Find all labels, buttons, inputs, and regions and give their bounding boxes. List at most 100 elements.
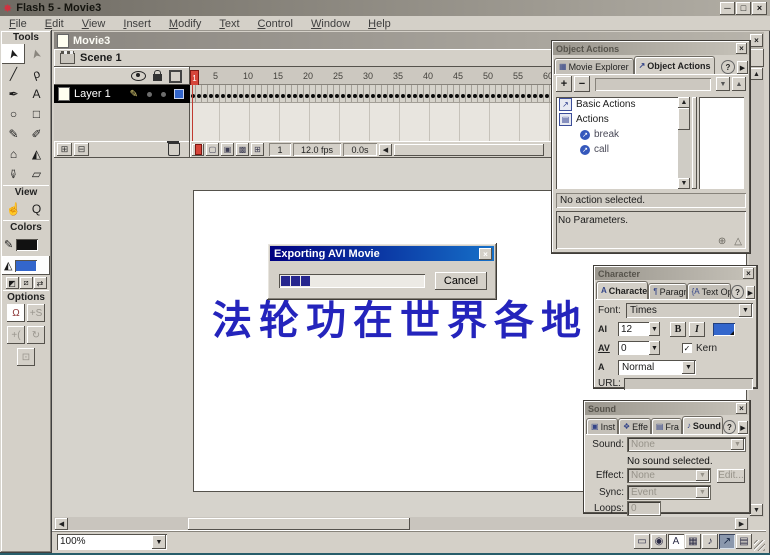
document-close-button[interactable]: × <box>750 34 763 47</box>
export-dialog-title-bar[interactable]: Exporting AVI Movie × <box>270 246 494 261</box>
eraser-tool[interactable]: ▱ <box>25 164 48 184</box>
info-launcher[interactable]: ▭ <box>634 534 650 549</box>
tracking-field[interactable]: 0 <box>618 341 649 355</box>
onion-skin-outlines-button[interactable]: ▣ <box>221 143 234 156</box>
tab-text-op[interactable]: {AText Op <box>687 283 732 299</box>
font-size-spinner-icon[interactable]: ▼ <box>649 322 660 336</box>
export-cancel-button[interactable]: Cancel <box>435 272 487 290</box>
export-dialog-close-button[interactable]: × <box>479 248 492 260</box>
add-action-button[interactable]: + <box>556 76 572 92</box>
pencil-tool[interactable]: ✎ <box>2 124 25 144</box>
sound-close-icon[interactable]: × <box>736 403 747 414</box>
actions-launcher[interactable]: ↗ <box>719 534 735 549</box>
help-icon[interactable]: ? <box>723 420 736 434</box>
center-frame-button[interactable] <box>192 144 204 156</box>
tab-character[interactable]: ACharacter <box>596 281 648 299</box>
tab-inst[interactable]: ▣Inst <box>586 418 618 434</box>
add-layer-button[interactable]: ⊞ <box>57 143 72 156</box>
stroke-color-row[interactable]: ✎ <box>2 235 50 254</box>
tab-sound[interactable]: ♪Sound <box>682 416 723 434</box>
object-actions-close-icon[interactable]: × <box>736 43 747 54</box>
help-icon[interactable]: ? <box>731 285 743 299</box>
menu-file[interactable]: File <box>0 18 36 30</box>
insert-target-path-icon[interactable]: ⊕ <box>718 236 726 247</box>
layer-name[interactable]: Layer 1 <box>74 88 111 100</box>
oval-tool[interactable]: ○ <box>2 104 25 124</box>
app-title-bar[interactable]: ✸ Flash 5 - Movie3 ─ □ × <box>0 0 770 16</box>
instance-launcher[interactable]: ▦ <box>685 534 701 549</box>
scroll-left-arrow[interactable]: ◀ <box>55 518 68 530</box>
actions-list-scrollbar[interactable]: ▲ ▼ <box>678 97 690 189</box>
sound-launcher[interactable]: ♪ <box>702 534 718 549</box>
panel-menu-arrow-icon[interactable]: ▶ <box>737 61 748 74</box>
baseline-dropdown[interactable]: Normal ▼ <box>618 360 696 375</box>
bold-button[interactable]: B <box>670 322 686 337</box>
pen-tool[interactable]: ✒ <box>2 84 25 104</box>
dropdown-arrow-icon[interactable]: ▼ <box>682 361 695 374</box>
panel-menu-arrow-icon[interactable]: ▶ <box>738 421 748 434</box>
action-item-basic-actions[interactable]: ↗Basic Actions <box>556 97 690 112</box>
rotate-button[interactable]: ↻ <box>27 326 45 344</box>
list-scroll-down-icon[interactable]: ▼ <box>678 178 690 189</box>
font-dropdown[interactable]: Times ▼ <box>626 303 753 318</box>
library-launcher[interactable]: ▤ <box>736 534 752 549</box>
dropdown-arrow-icon[interactable]: ▼ <box>739 304 752 317</box>
help-icon[interactable]: ? <box>721 60 735 74</box>
layer-lock-dot[interactable] <box>161 92 166 97</box>
layer-outline-color-swatch[interactable] <box>174 89 184 99</box>
tab-object-actions[interactable]: ↗Object Actions <box>634 56 716 74</box>
action-item-actions[interactable]: ▤Actions <box>556 112 690 127</box>
move-up-arrow-icon[interactable]: ▲ <box>732 77 746 91</box>
menu-insert[interactable]: Insert <box>114 18 160 30</box>
timeline-scrollbar-thumb[interactable] <box>394 144 544 156</box>
minimize-button[interactable]: ─ <box>720 2 735 15</box>
keyframe-cell[interactable] <box>544 85 550 103</box>
swap-colors-button[interactable]: ⇄ <box>34 277 47 289</box>
line-tool[interactable]: ╱ <box>2 64 25 84</box>
paint-bucket-tool[interactable]: ◭ <box>25 144 48 164</box>
playhead-marker[interactable]: 1 <box>190 70 199 86</box>
horizontal-scrollbar[interactable]: ◀ ▶ <box>54 517 749 531</box>
menu-view[interactable]: View <box>73 18 115 30</box>
menu-edit[interactable]: Edit <box>36 18 73 30</box>
font-size-field[interactable]: 12 <box>618 322 649 336</box>
italic-button[interactable]: I <box>689 322 705 337</box>
rectangle-tool[interactable]: □ <box>25 104 48 124</box>
scene-label[interactable]: Scene 1 <box>80 52 122 64</box>
default-colors-button[interactable]: ◩ <box>6 277 19 289</box>
panel-resize-icon[interactable]: △ <box>734 236 742 247</box>
kern-checkbox[interactable]: ✓ <box>682 343 692 353</box>
timeline-scroll-left-arrow[interactable]: ◀ <box>379 144 392 156</box>
action-item-call[interactable]: ↗call <box>556 142 690 157</box>
list-scrollbar-thumb[interactable] <box>678 108 690 130</box>
fill-color-row[interactable]: ◭ <box>2 256 50 275</box>
tab-paragr[interactable]: ¶Paragr <box>648 283 686 299</box>
tab-effe[interactable]: ❖Effe <box>618 418 651 434</box>
menu-help[interactable]: Help <box>359 18 400 30</box>
onion-skin-button[interactable]: ▢ <box>206 143 219 156</box>
actions-pane-splitter[interactable] <box>692 97 697 189</box>
sound-title-bar[interactable]: Sound <box>585 402 749 415</box>
object-actions-title-bar[interactable]: Object Actions <box>553 42 749 55</box>
action-item-break[interactable]: ↗break <box>556 127 690 142</box>
fill-color-swatch[interactable] <box>15 260 37 272</box>
tracking-spinner-icon[interactable]: ▼ <box>649 341 660 355</box>
ink-bottle-tool[interactable]: ⌂ <box>2 144 25 164</box>
timeline-layer-row[interactable]: Layer 1 ✎ <box>54 85 190 103</box>
text-color-swatch[interactable] <box>713 323 735 336</box>
eyedropper-tool[interactable]: ✑ <box>2 164 25 184</box>
add-guide-layer-button[interactable]: ⊟ <box>74 143 89 156</box>
list-scroll-up-icon[interactable]: ▲ <box>678 97 690 108</box>
character-close-icon[interactable]: × <box>743 268 754 279</box>
scale-button[interactable]: ⊡ <box>17 348 35 366</box>
zoom-dropdown-arrow-icon[interactable]: ▼ <box>152 535 166 549</box>
url-field[interactable] <box>624 378 753 390</box>
menu-window[interactable]: Window <box>302 18 359 30</box>
brush-tool[interactable]: ✐ <box>25 124 48 144</box>
remove-action-button[interactable]: − <box>574 76 590 92</box>
zoom-level-field[interactable]: 100% ▼ <box>57 534 167 550</box>
smooth-button[interactable]: +S <box>27 304 45 322</box>
character-launcher[interactable]: A <box>668 534 684 549</box>
stroke-color-swatch[interactable] <box>16 239 38 251</box>
close-button[interactable]: × <box>752 2 767 15</box>
